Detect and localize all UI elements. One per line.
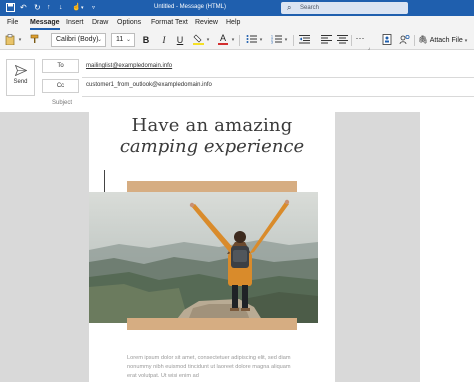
headline-line-1: Have an amazing	[131, 115, 293, 136]
search-icon: ⌕	[287, 3, 292, 12]
format-painter-icon[interactable]	[29, 34, 41, 46]
divider	[82, 77, 474, 78]
message-body-margin	[420, 112, 474, 382]
cc-button[interactable]: Cc	[42, 79, 79, 93]
bold-button[interactable]: B	[141, 34, 151, 46]
divider	[351, 35, 352, 46]
menu-draw[interactable]: Draw	[92, 19, 108, 26]
font-name-value: Calibri (Body)	[56, 36, 99, 43]
chevron-down-icon[interactable]: ▾	[17, 34, 23, 46]
more-options-button[interactable]: ···	[354, 34, 366, 46]
to-field-value[interactable]: mailinglist@exampledomain.info	[86, 63, 172, 69]
customize-toolbar-icon[interactable]: ▿	[92, 3, 95, 13]
underline-button[interactable]: U	[175, 34, 185, 46]
title-bar: ↶ ↻ ↑ ↓ ☝ ▾ ▿ Untitled - Message (HTML) …	[0, 0, 474, 16]
bullets-icon[interactable]	[245, 34, 257, 46]
font-color-button[interactable]: A	[217, 34, 229, 46]
touch-mode-icon[interactable]: ☝	[72, 3, 81, 13]
hero-image[interactable]	[89, 192, 318, 323]
chevron-down-icon: ⌄	[96, 37, 102, 43]
font-name-dropdown[interactable]: Calibri (Body) ⌄	[51, 33, 106, 47]
chevron-down-icon[interactable]: ▾	[230, 34, 236, 46]
align-center-icon[interactable]	[336, 34, 348, 46]
check-names-icon[interactable]	[398, 34, 410, 46]
svg-text:3: 3	[271, 41, 273, 45]
attach-file-button[interactable]: 🖇 Attach File ▾	[418, 34, 472, 46]
menu-insert[interactable]: Insert	[66, 19, 84, 26]
divider	[82, 96, 474, 97]
font-color-letter: A	[219, 33, 226, 43]
headline-line-2: camping experience	[119, 136, 305, 157]
chevron-down-icon[interactable]: ▾	[205, 34, 211, 46]
redo-icon[interactable]: ↻	[34, 3, 41, 13]
menu-format-text[interactable]: Format Text	[151, 19, 188, 26]
paperclip-icon: 🖇	[418, 35, 429, 44]
accent-bar-bottom	[127, 318, 297, 330]
font-size-value: 11	[116, 36, 124, 43]
highlight-icon[interactable]	[192, 34, 204, 46]
attach-file-label: Attach File	[429, 37, 463, 44]
italic-button[interactable]: I	[159, 34, 169, 46]
divider	[414, 35, 415, 46]
clipboard-icon[interactable]	[4, 34, 16, 46]
up-arrow-icon[interactable]: ↑	[47, 3, 51, 13]
cc-field-value[interactable]: customer1_from_outlook@exampledomain.inf…	[86, 82, 212, 88]
chevron-down-icon[interactable]: ▾	[81, 3, 84, 13]
search-placeholder: Search	[300, 5, 320, 11]
send-icon	[7, 64, 34, 79]
down-arrow-icon[interactable]: ↓	[59, 3, 63, 13]
menu-review[interactable]: Review	[195, 19, 218, 26]
subject-field[interactable]: Subject	[52, 100, 72, 106]
menu-file[interactable]: File	[7, 19, 18, 26]
search-box[interactable]: ⌕ Search	[281, 2, 408, 14]
decrease-indent-icon[interactable]	[298, 34, 310, 46]
compose-header: Send To mailinglist@exampledomain.info C…	[0, 51, 474, 111]
divider	[293, 35, 294, 46]
font-color-swatch	[218, 43, 228, 45]
body-paragraph: Lorem ipsum dolor sit amet, consectetuer…	[127, 355, 291, 379]
window-title: Untitled - Message (HTML)	[154, 4, 227, 10]
menu-options[interactable]: Options	[117, 19, 141, 26]
numbering-icon[interactable]: 123	[270, 34, 282, 46]
menu-help[interactable]: Help	[226, 19, 240, 26]
divider	[239, 35, 240, 46]
chevron-down-icon: ⌄	[125, 37, 131, 43]
menu-message[interactable]: Message	[30, 19, 60, 30]
menu-bar: File Message Insert Draw Options Format …	[0, 16, 474, 30]
address-book-icon[interactable]	[381, 34, 393, 46]
send-label: Send	[13, 79, 28, 85]
chevron-down-icon: ▾	[464, 38, 468, 44]
ribbon-toolbar: ▾ Calibri (Body) ⌄ 11 ⌄ B I U ▾ A ▾ ▾ 12…	[0, 30, 474, 51]
save-icon[interactable]	[6, 3, 15, 15]
font-size-dropdown[interactable]: 11 ⌄	[111, 33, 135, 47]
send-button[interactable]: Send	[6, 59, 35, 96]
chevron-down-icon[interactable]: ▾	[283, 34, 289, 46]
chevron-down-icon[interactable]: ▾	[258, 34, 264, 46]
align-left-icon[interactable]	[320, 34, 332, 46]
undo-icon[interactable]: ↶	[20, 3, 27, 13]
message-body[interactable]: Have an amazing camping experience Lorem…	[89, 112, 335, 382]
to-button[interactable]: To	[42, 59, 79, 73]
